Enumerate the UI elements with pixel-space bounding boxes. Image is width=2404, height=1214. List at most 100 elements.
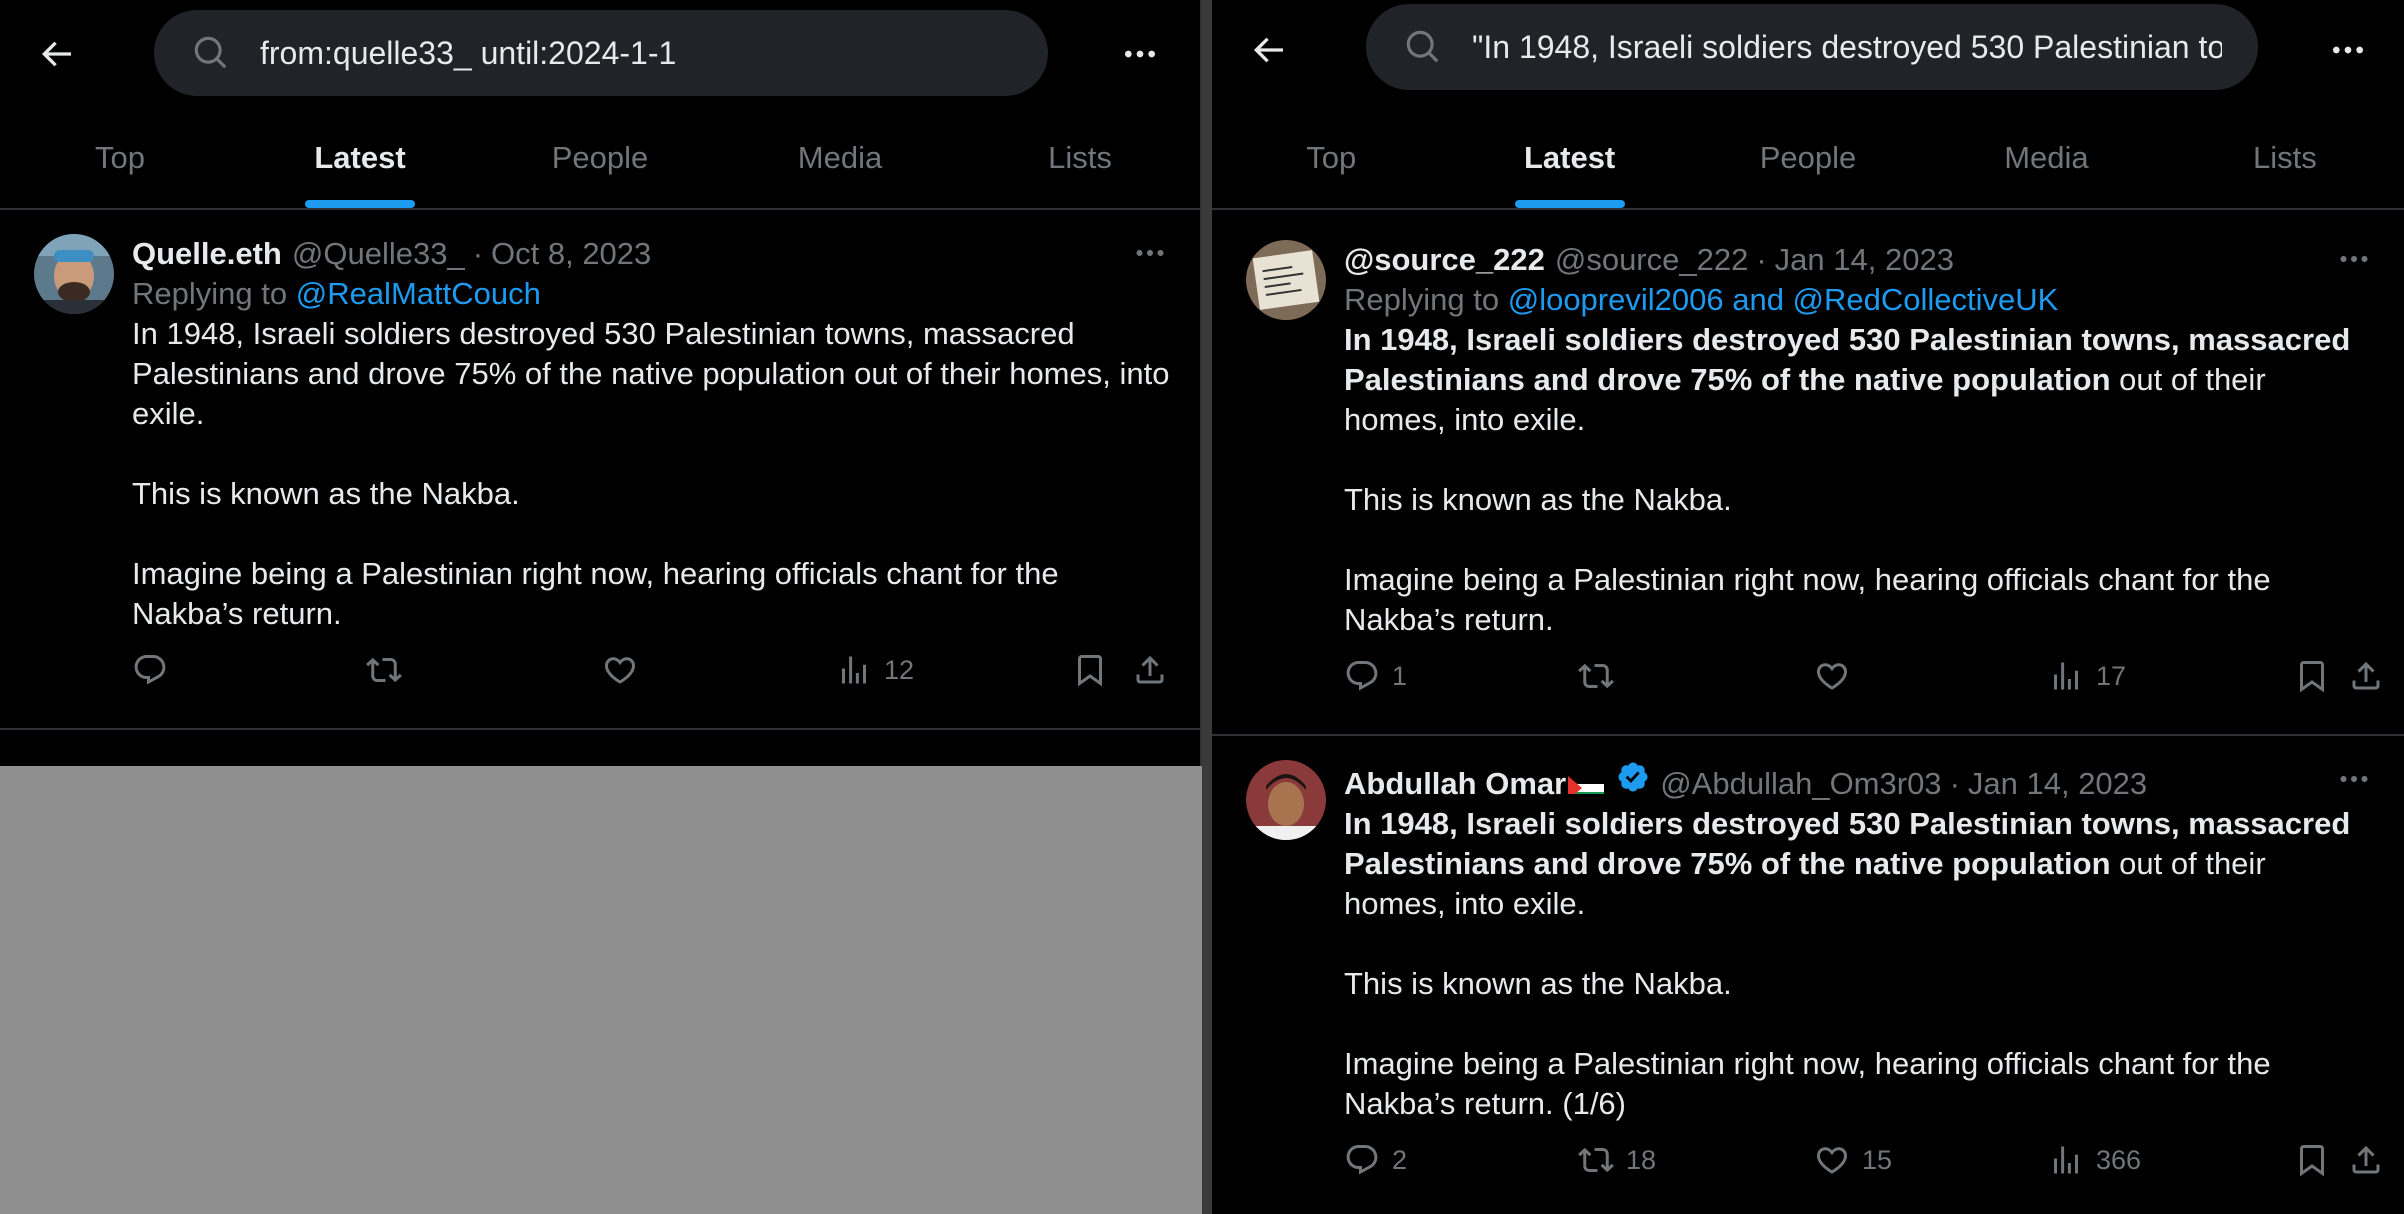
avatar[interactable] [1246,760,1326,840]
palestine-flag-icon [1568,770,1605,794]
tweet[interactable]: Abdullah Omar @Abdullah_Om3r03 · Jan 14,… [1212,736,2404,1214]
retweet-button[interactable]: 18 [1578,1142,1656,1178]
reply-button[interactable]: 2 [1344,1142,1407,1178]
tab-label: Latest [1523,140,1616,175]
tab-lists[interactable]: Lists [2166,108,2404,208]
share-button[interactable] [2348,1142,2384,1178]
views-chart-icon [2048,1142,2084,1178]
retweet-button[interactable] [1578,658,1626,694]
more-options-button[interactable] [2324,26,2372,74]
avatar[interactable] [34,234,114,314]
tweet[interactable]: @source_222 @source_222 · Jan 14, 2023 R… [1212,210,2404,736]
more-options-button[interactable] [1116,30,1164,78]
views-count: 366 [2096,1144,2142,1175]
tab-media[interactable]: Media [720,108,960,208]
like-button[interactable] [1814,658,1862,694]
display-name[interactable]: Quelle.eth [132,234,282,274]
views-chart-icon [836,652,872,688]
tab-latest[interactable]: Latest [240,108,480,208]
retweet-count: 18 [1626,1144,1657,1175]
retweet-icon [1578,658,1614,694]
tab-label: Top [95,140,145,175]
back-button[interactable] [32,30,80,78]
heart-icon [602,652,638,688]
search-input[interactable]: from:quelle33_ until:2024-1-1 [154,10,1048,96]
tab-lists[interactable]: Lists [960,108,1200,208]
tweet-actions: 12 [132,642,1170,728]
tweet-header: @source_222 @source_222 · Jan 14, 2023 [1344,240,2374,280]
bookmark-button[interactable] [2294,658,2330,694]
views-button[interactable]: 366 [2048,1142,2141,1178]
display-name[interactable]: Abdullah Omar [1344,764,1566,804]
search-query: "In 1948, Israeli soldiers destroyed 530… [1472,28,2222,65]
mention-link[interactable]: @looprevil2006 and @RedCollectiveUK [1508,282,2059,317]
more-dots-icon [2328,30,2368,70]
bookmark-button[interactable] [1072,652,1108,688]
back-arrow-icon [36,34,76,74]
tab-top[interactable]: Top [1212,108,1450,208]
back-button[interactable] [1244,26,1292,74]
more-dots-icon [1132,235,1168,271]
right-search-header: "In 1948, Israeli soldiers destroyed 530… [1212,0,2404,210]
share-icon [2348,658,2384,694]
views-chart-icon [2048,658,2084,694]
tab-media[interactable]: Media [1927,108,2165,208]
bookmark-button[interactable] [2294,1142,2330,1178]
timestamp[interactable]: Jan 14, 2023 [1968,764,2147,804]
bookmark-icon [2294,658,2330,694]
tab-latest[interactable]: Latest [1450,108,1688,208]
replying-to: Replying to @RealMattCouch [132,274,1170,314]
more-dots-icon [2336,241,2372,277]
handle[interactable]: @Abdullah_Om3r03 [1660,764,1941,804]
mention-link[interactable]: @RealMattCouch [296,276,541,311]
search-input[interactable]: "In 1948, Israeli soldiers destroyed 530… [1366,4,2258,90]
bookmark-icon [1072,652,1108,688]
display-name[interactable]: @source_222 [1344,240,1545,280]
left-search-panel: from:quelle33_ until:2024-1-1 Top Latest… [0,0,1202,766]
tab-label: Media [2004,140,2089,175]
search-query: from:quelle33_ until:2024-1-1 [260,34,677,71]
search-tabs: Top Latest People Media Lists [1212,108,2404,208]
active-tab-indicator [305,200,415,208]
tweet-more-button[interactable] [2334,764,2374,794]
tweet[interactable]: Quelle.eth @Quelle33_ · Oct 8, 2023 Repl… [0,210,1200,730]
like-button[interactable]: 15 [1814,1142,1892,1178]
share-icon [2348,1142,2384,1178]
bookmark-icon [2294,1142,2330,1178]
views-button[interactable]: 12 [836,652,914,688]
tweet-more-button[interactable] [1130,238,1170,268]
share-button[interactable] [2348,658,2384,694]
active-tab-indicator [1514,200,1625,208]
tweet-paragraph: In 1948, Israeli soldiers destroyed 530 … [132,316,1170,431]
tweet-paragraph: Imagine being a Palestinian right now, h… [1344,562,2271,637]
search-icon [192,34,230,72]
retweet-button[interactable] [366,652,402,688]
replying-prefix: Replying to [132,276,288,311]
reply-icon [1344,658,1380,694]
share-button[interactable] [1132,652,1168,688]
views-button[interactable]: 17 [2048,658,2126,694]
handle[interactable]: @Quelle33_ [292,234,465,274]
tab-people[interactable]: People [1689,108,1927,208]
tab-label: Latest [314,140,406,175]
reply-button[interactable] [132,652,168,688]
views-count: 17 [2096,660,2127,691]
timestamp[interactable]: Oct 8, 2023 [491,234,651,274]
retweet-icon [366,652,402,688]
avatar[interactable] [1246,240,1326,320]
tweet-header: Quelle.eth @Quelle33_ · Oct 8, 2023 [132,234,1170,274]
replying-to: Replying to @looprevil2006 and @RedColle… [1344,280,2374,320]
like-button[interactable] [602,652,638,688]
tweet-header: Abdullah Omar @Abdullah_Om3r03 · Jan 14,… [1344,760,2374,804]
tweet-more-button[interactable] [2334,244,2374,274]
tweet-paragraph: In 1948, Israeli soldiers destroyed 530 … [1344,320,2374,440]
handle[interactable]: @source_222 [1555,240,1748,280]
reply-button[interactable]: 1 [1344,658,1407,694]
tweet-paragraph: This is known as the Nakba. [1344,482,1732,517]
tweet-paragraph: Imagine being a Palestinian right now, h… [132,556,1059,631]
tweet-paragraph: This is known as the Nakba. [1344,966,1732,1001]
tab-people[interactable]: People [480,108,720,208]
timestamp[interactable]: Jan 14, 2023 [1775,240,1954,280]
tab-top[interactable]: Top [0,108,240,208]
share-icon [1132,652,1168,688]
